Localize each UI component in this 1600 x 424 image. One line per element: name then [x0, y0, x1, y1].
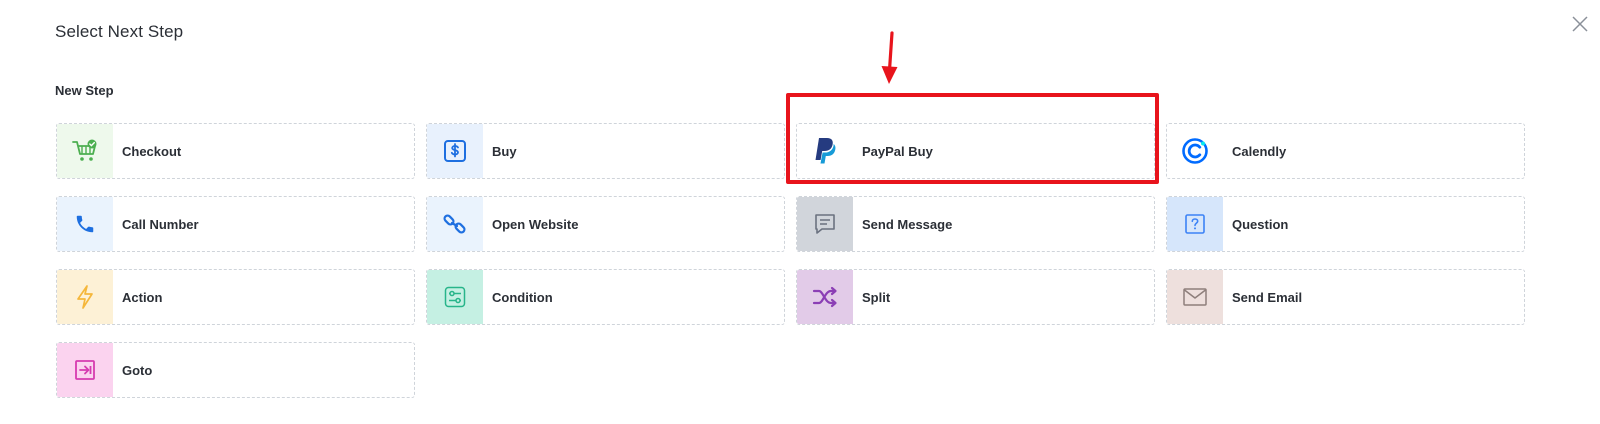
step-label: Send Email [1232, 289, 1303, 305]
step-icon-container [797, 124, 853, 178]
link-icon [443, 214, 466, 234]
step-icon-container [57, 343, 113, 397]
step-label: Call Number [122, 216, 199, 232]
step-card-calendly[interactable]: Calendly [1166, 123, 1525, 179]
step-card-action[interactable]: Action [56, 269, 415, 325]
step-icon-container [57, 197, 113, 251]
phone-icon [76, 215, 94, 233]
step-icon-container [57, 270, 113, 324]
red-arrow-icon [881, 31, 898, 84]
step-icon-container [1167, 197, 1223, 251]
step-label: Open Website [492, 216, 579, 232]
condition-sliders-icon [444, 286, 466, 308]
close-icon[interactable] [1571, 15, 1589, 33]
step-card-split[interactable]: Split [796, 269, 1155, 325]
shopping-cart-check-icon [72, 139, 97, 161]
step-card-buy[interactable]: Buy [426, 123, 785, 179]
lightning-icon [77, 285, 93, 309]
shuffle-icon [812, 286, 837, 308]
step-icon-container [797, 197, 853, 251]
goto-arrow-icon [75, 360, 95, 380]
step-label: Send Message [862, 216, 953, 232]
step-icon-container [1167, 270, 1223, 324]
section-label: New Step [55, 83, 114, 98]
question-square-icon [1185, 214, 1205, 234]
step-icon-container [57, 124, 113, 178]
step-label: Split [862, 289, 891, 305]
step-label: Checkout [122, 143, 182, 159]
step-icon-container [427, 197, 483, 251]
step-label: PayPal Buy [862, 143, 933, 159]
step-card-condition[interactable]: Condition [426, 269, 785, 325]
modal-title: Select Next Step [55, 22, 184, 41]
step-label: Buy [492, 143, 517, 159]
step-card-open-website[interactable]: Open Website [426, 196, 785, 252]
step-icon-container [427, 124, 483, 178]
step-label: Action [122, 289, 163, 305]
step-card-checkout[interactable]: Checkout [56, 123, 415, 179]
step-card-send-email[interactable]: Send Email [1166, 269, 1525, 325]
step-card-goto[interactable]: Goto [56, 342, 415, 398]
step-icon-container [797, 270, 853, 324]
step-grid: Checkout Buy PayPal Buy Calendly Call Nu… [56, 123, 1525, 398]
step-label: Condition [492, 289, 553, 305]
step-card-send-message[interactable]: Send Message [796, 196, 1155, 252]
step-icon-container [1167, 124, 1223, 178]
dollar-square-icon [444, 140, 466, 162]
paypal-logo-icon [815, 138, 836, 164]
step-card-question[interactable]: Question [1166, 196, 1525, 252]
step-label: Question [1232, 216, 1289, 232]
step-label: Goto [122, 362, 153, 378]
message-icon [815, 214, 835, 234]
select-next-step-modal: Select Next Step New Step Checkout Buy P… [0, 0, 1600, 424]
step-card-call-number[interactable]: Call Number [56, 196, 415, 252]
step-icon-container [427, 270, 483, 324]
envelope-icon [1183, 288, 1207, 306]
step-label: Calendly [1232, 143, 1287, 159]
step-card-paypal-buy[interactable]: PayPal Buy [796, 123, 1155, 179]
calendly-logo-icon [1182, 138, 1208, 164]
